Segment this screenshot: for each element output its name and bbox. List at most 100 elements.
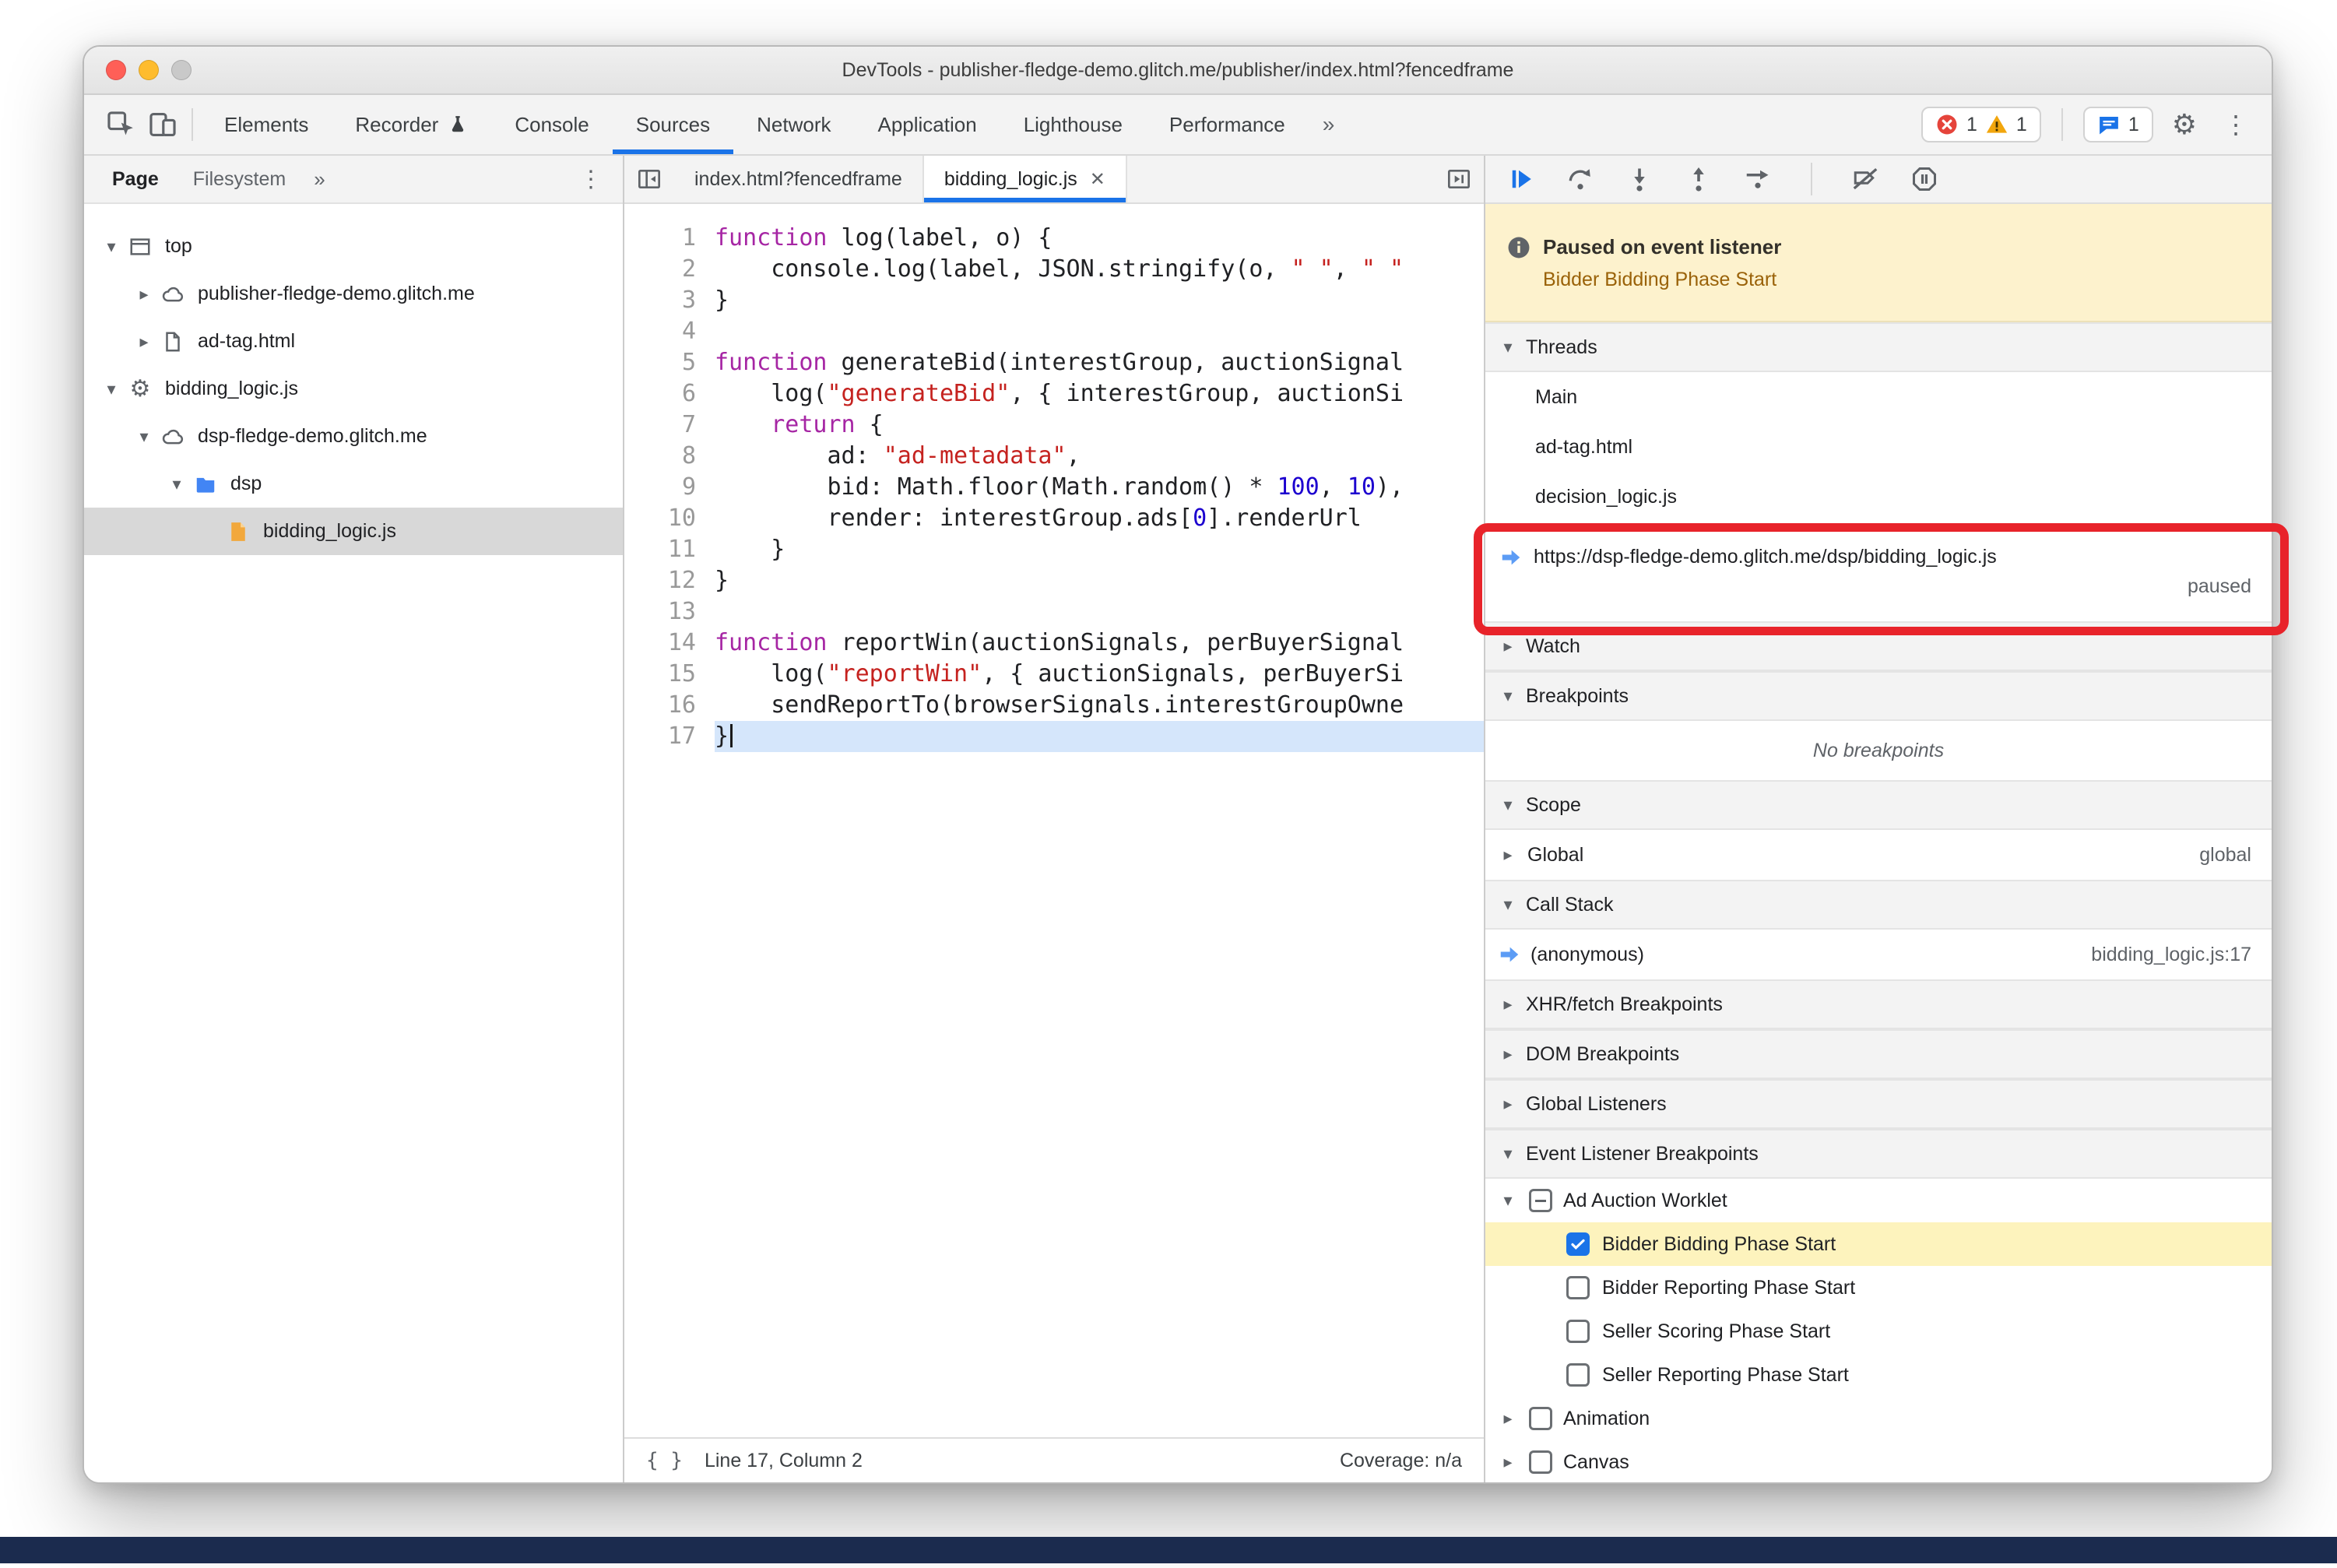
more-options-icon[interactable]: ⋮ xyxy=(2216,110,2256,139)
code-line[interactable] xyxy=(715,316,1484,347)
step-over-icon[interactable] xyxy=(1566,165,1594,193)
checkbox-unchecked[interactable] xyxy=(1529,1450,1552,1474)
line-number[interactable]: 10 xyxy=(624,503,696,534)
navigator-toggle-icon[interactable] xyxy=(624,156,674,202)
line-number[interactable]: 9 xyxy=(624,472,696,503)
line-number[interactable]: 16 xyxy=(624,690,696,721)
code-line[interactable]: sendReportTo(browserSignals.interestGrou… xyxy=(715,690,1484,721)
toolbar-tab-elements[interactable]: Elements xyxy=(201,95,332,154)
checkbox-checked[interactable] xyxy=(1566,1232,1590,1256)
settings-gear-icon[interactable]: ⚙ xyxy=(2166,108,2203,141)
thread-item-decision-logic-js[interactable]: decision_logic.js xyxy=(1485,472,2272,522)
thread-item-ad-tag-html[interactable]: ad-tag.html xyxy=(1485,422,2272,472)
more-panels-chevron[interactable]: » xyxy=(1309,112,1349,137)
tree-item-bidding-logic-js[interactable]: bidding_logic.js xyxy=(84,508,623,555)
breakpoint-group-animation[interactable]: ▸ Animation xyxy=(1485,1397,2272,1440)
line-number[interactable]: 3 xyxy=(624,285,696,316)
breakpoint-item-seller-scoring-phase-start[interactable]: Seller Scoring Phase Start xyxy=(1485,1310,2272,1353)
toolbar-tab-network[interactable]: Network xyxy=(733,95,854,154)
editor-tab-bidding-logic[interactable]: bidding_logic.js ✕ xyxy=(923,156,1127,202)
tree-item-ad-tag-html[interactable]: ▸ ad-tag.html xyxy=(84,318,623,365)
code-line[interactable]: console.log(label, JSON.stringify(o, " "… xyxy=(715,254,1484,285)
minimize-window-button[interactable] xyxy=(139,60,159,80)
zoom-window-button[interactable] xyxy=(171,60,192,80)
line-number[interactable]: 1 xyxy=(624,223,696,254)
line-number[interactable]: 7 xyxy=(624,410,696,441)
code-line[interactable]: function log(label, o) { xyxy=(715,223,1484,254)
tree-item-dsp[interactable]: ▾ dsp xyxy=(84,460,623,508)
code-line[interactable]: } xyxy=(715,534,1484,565)
resume-icon[interactable] xyxy=(1507,165,1535,193)
section-xhr-fetch-breakpoints[interactable]: ▸ XHR/fetch Breakpoints xyxy=(1485,979,2272,1029)
section-call-stack[interactable]: ▾ Call Stack xyxy=(1485,880,2272,930)
code-line[interactable]: } xyxy=(715,565,1484,596)
section-event-listener-breakpoints[interactable]: ▾ Event Listener Breakpoints xyxy=(1485,1129,2272,1179)
code-editor[interactable]: 1 2 3 4 5 6 7 8 9 10 11 12 13 14 15 16 17 function log(l… xyxy=(624,204,1484,1437)
section-threads[interactable]: ▾ Threads xyxy=(1485,322,2272,372)
close-window-button[interactable] xyxy=(106,60,126,80)
code-line[interactable]: function generateBid(interestGroup, auct… xyxy=(715,347,1484,378)
line-number[interactable]: 8 xyxy=(624,441,696,472)
breakpoint-group-canvas[interactable]: ▸ Canvas xyxy=(1485,1440,2272,1482)
code-line[interactable]: } xyxy=(715,285,1484,316)
section-dom-breakpoints[interactable]: ▸ DOM Breakpoints xyxy=(1485,1029,2272,1079)
line-number[interactable]: 12 xyxy=(624,565,696,596)
inspect-icon[interactable] xyxy=(100,95,142,154)
code-line[interactable]: function reportWin(auctionSignals, perBu… xyxy=(715,628,1484,659)
toolbar-tab-application[interactable]: Application xyxy=(854,95,1000,154)
section-watch[interactable]: ▸ Watch xyxy=(1485,621,2272,671)
line-number[interactable]: 14 xyxy=(624,628,696,659)
breakpoint-item-bidder-bidding-phase-start[interactable]: Bidder Bidding Phase Start xyxy=(1485,1222,2272,1266)
section-breakpoints[interactable]: ▾ Breakpoints xyxy=(1485,671,2272,721)
toolbar-tab-recorder[interactable]: Recorder xyxy=(332,95,491,154)
toolbar-tab-lighthouse[interactable]: Lighthouse xyxy=(1000,95,1146,154)
breakpoint-item-seller-reporting-phase-start[interactable]: Seller Reporting Phase Start xyxy=(1485,1353,2272,1397)
code-line[interactable]: log("generateBid", { interestGroup, auct… xyxy=(715,378,1484,410)
code-line[interactable]: } xyxy=(715,721,1484,752)
tree-item-bidding-logic-js[interactable]: ▾ ⚙ bidding_logic.js xyxy=(84,365,623,413)
line-number[interactable]: 2 xyxy=(624,254,696,285)
scope-row-global[interactable]: ▸ Global global xyxy=(1485,830,2272,880)
toolbar-tab-sources[interactable]: Sources xyxy=(612,95,734,154)
navigator-more-options-icon[interactable]: ⋮ xyxy=(570,166,612,193)
thread-item-main[interactable]: Main xyxy=(1485,372,2272,422)
checkbox-unchecked[interactable] xyxy=(1566,1320,1590,1343)
section-scope[interactable]: ▾ Scope xyxy=(1485,780,2272,830)
step-into-icon[interactable] xyxy=(1625,165,1653,193)
thread-item-active[interactable]: https://dsp-fledge-demo.glitch.me/dsp/bi… xyxy=(1485,522,2272,621)
pause-on-exceptions-icon[interactable] xyxy=(1910,165,1938,193)
more-navigator-tabs-chevron[interactable]: » xyxy=(303,167,336,192)
checkbox-unchecked[interactable] xyxy=(1566,1363,1590,1387)
code-line[interactable]: bid: Math.floor(Math.random() * 100, 10)… xyxy=(715,472,1484,503)
close-tab-icon[interactable]: ✕ xyxy=(1090,168,1105,191)
tree-item-publisher-fledge-demo-glitch-me[interactable]: ▸ publisher-fledge-demo.glitch.me xyxy=(84,270,623,318)
code-line[interactable]: return { xyxy=(715,410,1484,441)
step-icon[interactable] xyxy=(1744,165,1772,193)
step-out-icon[interactable] xyxy=(1685,165,1713,193)
toolbar-tab-console[interactable]: Console xyxy=(491,95,612,154)
pretty-print-icon[interactable]: { } xyxy=(646,1449,683,1472)
device-toolbar-icon[interactable] xyxy=(142,95,184,154)
code-line[interactable]: render: interestGroup.ads[0].renderUrl xyxy=(715,503,1484,534)
errors-warnings-badge[interactable]: 1 1 xyxy=(1921,107,2041,142)
code-line[interactable] xyxy=(715,596,1484,628)
checkbox-unchecked[interactable] xyxy=(1566,1276,1590,1299)
line-number[interactable]: 13 xyxy=(624,596,696,628)
line-number[interactable]: 15 xyxy=(624,659,696,690)
checkbox-unchecked[interactable] xyxy=(1529,1407,1552,1430)
tab-page[interactable]: Page xyxy=(95,156,176,202)
code-line[interactable]: ad: "ad-metadata", xyxy=(715,441,1484,472)
breakpoint-item-bidder-reporting-phase-start[interactable]: Bidder Reporting Phase Start xyxy=(1485,1266,2272,1310)
tree-item-top[interactable]: ▾ top xyxy=(84,223,623,270)
tab-filesystem[interactable]: Filesystem xyxy=(176,156,303,202)
code-line[interactable]: log("reportWin", { auctionSignals, perBu… xyxy=(715,659,1484,690)
checkbox-indeterminate[interactable] xyxy=(1529,1189,1552,1212)
editor-tab-index-html[interactable]: index.html?fencedframe xyxy=(674,156,924,202)
line-number[interactable]: 17 xyxy=(624,721,696,752)
breakpoint-group-ad-auction-worklet[interactable]: ▾ Ad Auction Worklet xyxy=(1485,1179,2272,1222)
line-number[interactable]: 5 xyxy=(624,347,696,378)
line-number[interactable]: 11 xyxy=(624,534,696,565)
toolbar-tab-performance[interactable]: Performance xyxy=(1146,95,1309,154)
call-stack-frame[interactable]: (anonymous) bidding_logic.js:17 xyxy=(1485,930,2272,979)
issues-badge[interactable]: 1 xyxy=(2082,107,2153,142)
